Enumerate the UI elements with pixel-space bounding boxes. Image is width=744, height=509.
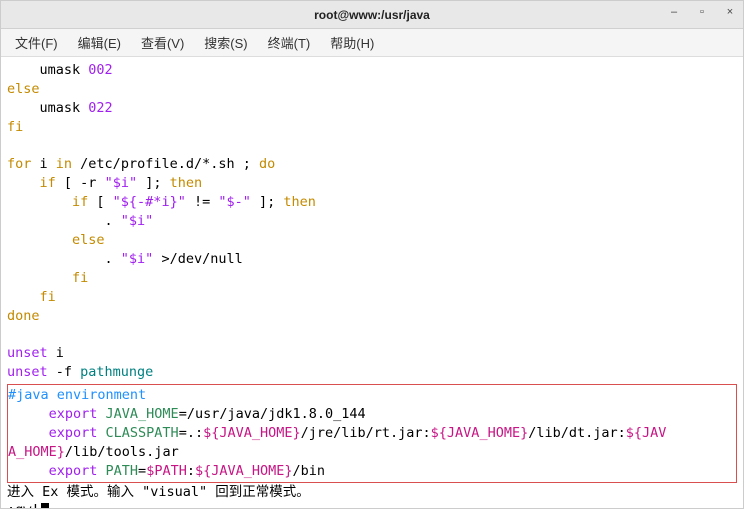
window-controls: – ▫ × [667, 5, 737, 19]
terminal-content[interactable]: umask 002 else umask 022 fi for i in /et… [1, 57, 743, 508]
code-line [7, 137, 737, 156]
code-line: if [ -r "$i" ]; then [7, 174, 737, 193]
code-line: unset i [7, 344, 737, 363]
code-line: #java environment [8, 386, 736, 405]
vim-status-message: 进入 Ex 模式。输入 "visual" 回到正常模式。 [7, 483, 737, 502]
titlebar: root@www:/usr/java – ▫ × [1, 1, 743, 29]
menu-terminal[interactable]: 终端(T) [260, 30, 319, 55]
maximize-button[interactable]: ▫ [695, 5, 709, 19]
menu-search[interactable]: 搜索(S) [196, 30, 255, 55]
close-button[interactable]: × [723, 5, 737, 19]
code-line: else [7, 80, 737, 99]
terminal-window: root@www:/usr/java – ▫ × 文件(F) 编辑(E) 查看(… [0, 0, 744, 509]
code-line: else [7, 231, 737, 250]
code-line: export JAVA_HOME=/usr/java/jdk1.8.0_144 [8, 405, 736, 424]
code-line: fi [7, 288, 737, 307]
code-line: for i in /etc/profile.d/*.sh ; do [7, 155, 737, 174]
code-line: umask 022 [7, 99, 737, 118]
menu-view[interactable]: 查看(V) [133, 30, 192, 55]
code-line: export CLASSPATH=.:${JAVA_HOME}/jre/lib/… [8, 424, 736, 443]
menu-edit[interactable]: 编辑(E) [70, 30, 129, 55]
window-title: root@www:/usr/java [314, 8, 430, 22]
menubar: 文件(F) 编辑(E) 查看(V) 搜索(S) 终端(T) 帮助(H) [1, 29, 743, 57]
code-line: unset -f pathmunge [7, 363, 737, 382]
code-line: if [ "${-#*i}" != "$-" ]; then [7, 193, 737, 212]
code-line: A_HOME}/lib/tools.jar [8, 443, 736, 462]
code-line: umask 002 [7, 61, 737, 80]
cursor-icon [41, 503, 49, 508]
menu-help[interactable]: 帮助(H) [322, 30, 382, 55]
highlighted-region: #java environment export JAVA_HOME=/usr/… [7, 384, 737, 482]
code-line: . "$i" [7, 212, 737, 231]
code-line [7, 325, 737, 344]
code-line: done [7, 307, 737, 326]
vim-command-line[interactable]: :qw! [7, 501, 737, 508]
code-line: fi [7, 118, 737, 137]
code-line: export PATH=$PATH:${JAVA_HOME}/bin [8, 462, 736, 481]
minimize-button[interactable]: – [667, 5, 681, 19]
menu-file[interactable]: 文件(F) [7, 30, 66, 55]
code-line: fi [7, 269, 737, 288]
code-line: . "$i" >/dev/null [7, 250, 737, 269]
